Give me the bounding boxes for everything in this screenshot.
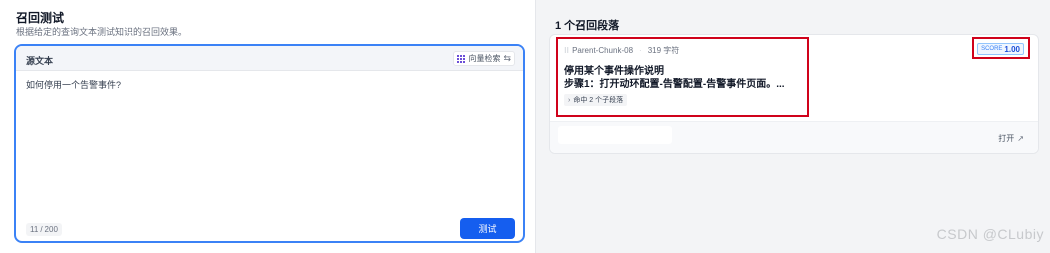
- chunk-meta: ⁝⁝ Parent-Chunk-08 · 319 字符: [564, 45, 679, 56]
- query-input-card[interactable]: 源文本 向量检索 ⇆ 如何停用一个告警事件? 11 / 200 测试: [14, 44, 525, 243]
- chunk-body: 步骤1：打开动环配置-告警配置-告警事件页面。...: [564, 79, 785, 90]
- open-link[interactable]: 打开 ↗: [998, 133, 1024, 144]
- result-card[interactable]: ⁝⁝ Parent-Chunk-08 · 319 字符 SCORE 1.00 停…: [549, 34, 1039, 154]
- child-hits-label: 命中 2 个子段落: [573, 97, 624, 104]
- char-count-separator: /: [40, 225, 43, 234]
- query-card-header: 源文本 向量检索 ⇆: [16, 46, 523, 71]
- hash-icon: ⁝⁝: [564, 46, 570, 55]
- card-footer: 打开 ↗: [550, 122, 1038, 153]
- watermark: CSDN @CLubiy: [936, 226, 1044, 242]
- page-title: 召回测试: [16, 11, 65, 25]
- chunk-id: Parent-Chunk-08: [572, 46, 634, 55]
- search-mode-button[interactable]: 向量检索 ⇆: [453, 51, 515, 66]
- score-value: 1.00: [1004, 44, 1020, 54]
- child-chunks-toggle[interactable]: › 命中 2 个子段落: [564, 94, 628, 106]
- arrow-up-right-icon: ↗: [1017, 134, 1024, 143]
- results-panel: 1 个召回段落 ⁝⁝ Parent-Chunk-08 · 319 字符 SCOR…: [541, 8, 1044, 253]
- footer-placeholder: [558, 126, 672, 144]
- search-mode-label: 向量检索: [468, 54, 501, 63]
- vector-grid-icon: [457, 54, 466, 63]
- page-subtitle: 根据给定的查询文本测试知识的召回效果。: [16, 27, 188, 37]
- retrieval-test-panel: 召回测试 根据给定的查询文本测试知识的召回效果。 源文本 向量检索 ⇆ 如何停用…: [0, 0, 536, 253]
- char-limit-value: 200: [44, 225, 58, 234]
- chunk-title: 停用某个事件操作说明: [564, 66, 664, 77]
- score-label: SCORE: [981, 46, 1003, 52]
- source-text-label: 源文本: [26, 56, 54, 66]
- chunk-char-count: 319 字符: [647, 46, 680, 55]
- query-textarea[interactable]: 如何停用一个告警事件?: [26, 78, 121, 91]
- open-label: 打开: [998, 134, 1015, 143]
- char-count-value: 11: [30, 225, 39, 234]
- score-badge: SCORE 1.00: [977, 43, 1024, 55]
- chevron-right-icon: ›: [568, 96, 571, 104]
- results-count: 1 个召回段落: [555, 20, 620, 32]
- char-counter: 11 / 200: [26, 223, 62, 236]
- meta-separator: ·: [639, 46, 642, 55]
- test-button[interactable]: 测试: [460, 218, 515, 239]
- swap-toggle-icon: ⇆: [503, 53, 511, 63]
